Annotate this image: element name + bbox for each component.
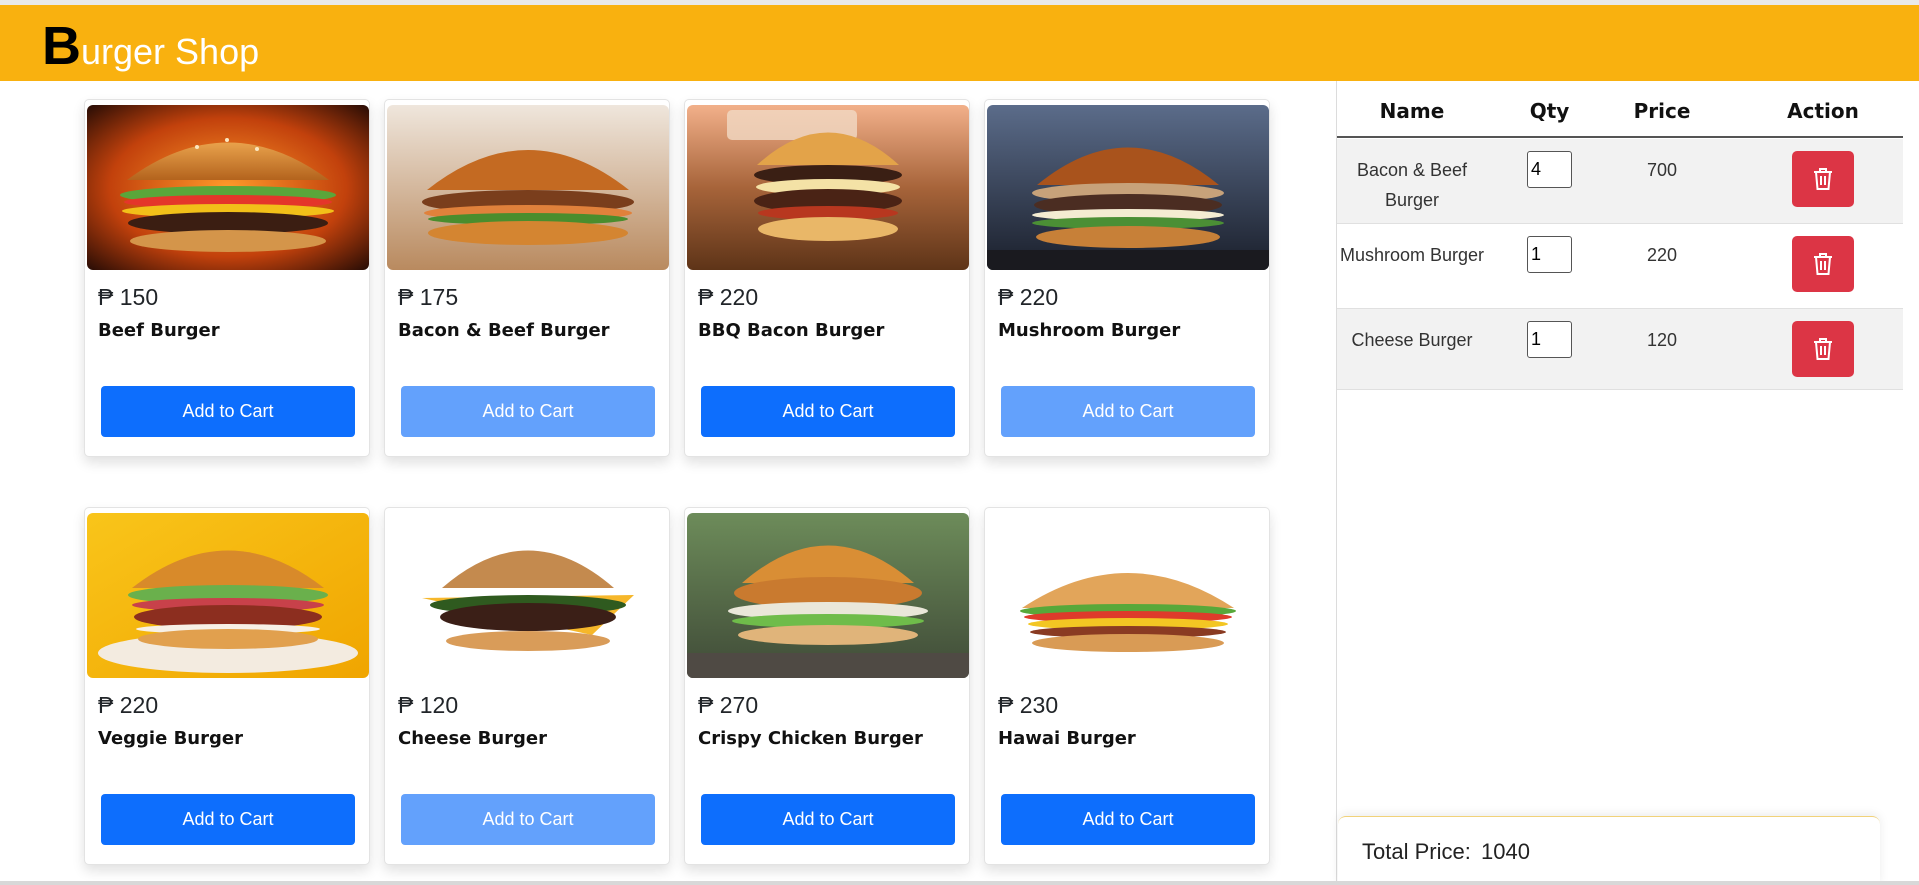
- cart-header-action: Action: [1787, 99, 1859, 123]
- cart-item-name: Bacon & Beef Burger: [1356, 160, 1468, 210]
- product-name: Crispy Chicken Burger: [698, 728, 923, 749]
- product-card: ₱ 230 Hawai Burger Add to Cart: [984, 507, 1270, 865]
- cart-row: Bacon & Beef Burger 700: [1337, 139, 1903, 224]
- total-price-label: Total Price:: [1362, 839, 1471, 864]
- product-name: Veggie Burger: [98, 728, 243, 749]
- add-to-cart-button[interactable]: Add to Cart: [1001, 386, 1255, 437]
- cart-item-price: 220: [1646, 245, 1678, 265]
- quantity-input[interactable]: [1527, 151, 1572, 188]
- cart-header-qty: Qty: [1529, 99, 1570, 123]
- product-price: ₱ 175: [398, 284, 459, 310]
- quantity-input[interactable]: [1527, 236, 1572, 273]
- cart-item-name: Mushroom Burger: [1339, 245, 1485, 265]
- cart-item-price: 120: [1646, 330, 1678, 350]
- product-card: ₱ 270 Crispy Chicken Burger Add to Cart: [684, 507, 970, 865]
- product-name: Mushroom Burger: [998, 320, 1181, 341]
- logo-text: urger Shop: [81, 31, 260, 72]
- product-price: ₱ 220: [98, 692, 159, 718]
- delete-item-button[interactable]: [1792, 151, 1854, 207]
- delete-item-button[interactable]: [1792, 321, 1854, 377]
- product-name: Cheese Burger: [398, 728, 548, 749]
- add-to-cart-button[interactable]: Add to Cart: [101, 386, 355, 437]
- add-to-cart-button[interactable]: Add to Cart: [701, 386, 955, 437]
- cart-panel: Name Qty Price Action Bacon & Beef Burge…: [1336, 81, 1903, 885]
- product-price: ₱ 230: [998, 692, 1059, 718]
- trash-icon: [1814, 338, 1832, 360]
- total-price-box: Total Price: 1040: [1338, 816, 1880, 885]
- product-image: [87, 513, 369, 678]
- product-card: ₱ 175 Bacon & Beef Burger Add to Cart: [384, 99, 670, 457]
- product-image: [387, 513, 669, 678]
- cart-table-header: Name Qty Price Action: [1337, 81, 1903, 138]
- product-price: ₱ 220: [998, 284, 1059, 310]
- product-card: ₱ 220 BBQ Bacon Burger Add to Cart: [684, 99, 970, 457]
- bottom-border: [0, 881, 1919, 885]
- product-price: ₱ 150: [98, 284, 159, 310]
- product-price: ₱ 270: [698, 692, 759, 718]
- delete-item-button[interactable]: [1792, 236, 1854, 292]
- product-price: ₱ 220: [698, 284, 759, 310]
- product-image: [687, 105, 969, 270]
- product-name: Hawai Burger: [998, 728, 1136, 749]
- product-card: ₱ 220 Mushroom Burger Add to Cart: [984, 99, 1270, 457]
- cart-row: Mushroom Burger 220: [1337, 224, 1903, 309]
- product-card: ₱ 120 Cheese Burger Add to Cart: [384, 507, 670, 865]
- cart-item-name: Cheese Burger: [1351, 330, 1473, 350]
- logo-initial: B: [42, 16, 81, 76]
- product-price: ₱ 120: [398, 692, 459, 718]
- total-price-value: 1040: [1481, 839, 1530, 864]
- product-card: ₱ 220 Veggie Burger Add to Cart: [84, 507, 370, 865]
- product-image: [987, 513, 1269, 678]
- product-image: [987, 105, 1269, 270]
- cart-header-price: Price: [1633, 99, 1691, 123]
- product-image: [687, 513, 969, 678]
- add-to-cart-button[interactable]: Add to Cart: [401, 794, 655, 845]
- site-header: Burger Shop: [0, 5, 1919, 81]
- add-to-cart-button[interactable]: Add to Cart: [701, 794, 955, 845]
- product-image: [87, 105, 369, 270]
- add-to-cart-button[interactable]: Add to Cart: [401, 386, 655, 437]
- trash-icon: [1814, 253, 1832, 275]
- cart-row: Cheese Burger 120: [1337, 309, 1903, 390]
- product-card: ₱ 150 Beef Burger Add to Cart: [84, 99, 370, 457]
- trash-icon: [1814, 168, 1832, 190]
- add-to-cart-button[interactable]: Add to Cart: [101, 794, 355, 845]
- product-name: BBQ Bacon Burger: [698, 320, 885, 341]
- site-logo[interactable]: Burger Shop: [42, 19, 259, 79]
- product-image: [387, 105, 669, 270]
- cart-item-price: 700: [1646, 160, 1678, 180]
- cart-header-name: Name: [1379, 99, 1445, 123]
- quantity-input[interactable]: [1527, 321, 1572, 358]
- product-name: Beef Burger: [98, 320, 220, 341]
- product-name: Bacon & Beef Burger: [398, 320, 610, 341]
- add-to-cart-button[interactable]: Add to Cart: [1001, 794, 1255, 845]
